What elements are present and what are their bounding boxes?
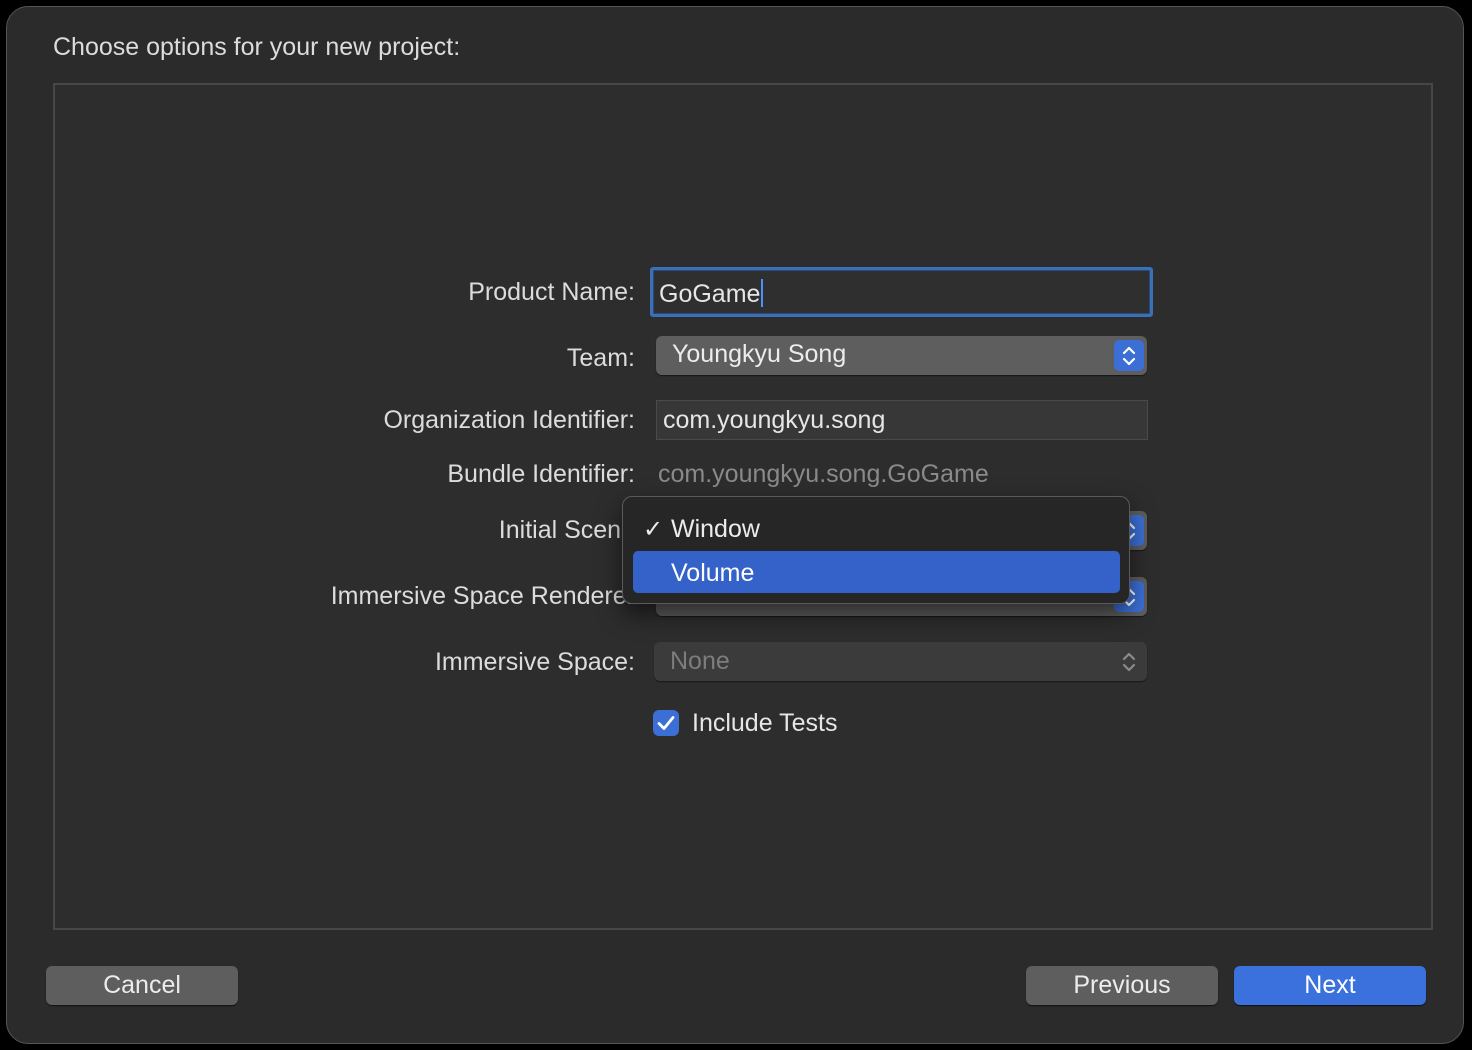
previous-button[interactable]: Previous <box>1026 966 1218 1005</box>
initial-scene-label: Initial Scene <box>498 516 635 544</box>
organization-identifier-value: com.youngkyu.song <box>663 406 886 434</box>
menu-item-window[interactable]: ✓ Window <box>633 507 1120 549</box>
chevron-up-down-icon <box>1114 646 1144 677</box>
dialog-heading: Choose options for your new project: <box>53 33 461 61</box>
bundle-identifier-value: com.youngkyu.song.GoGame <box>658 460 989 488</box>
include-tests-checkbox[interactable] <box>653 710 679 736</box>
include-tests-label[interactable]: Include Tests <box>692 709 837 738</box>
menu-item-label: Window <box>671 515 760 543</box>
organization-identifier-field[interactable]: com.youngkyu.song <box>656 400 1148 440</box>
text-caret <box>761 279 764 307</box>
product-name-value: GoGame <box>659 280 761 308</box>
chevron-up-down-icon <box>1114 340 1144 371</box>
team-popup[interactable]: Youngkyu Song <box>656 336 1147 375</box>
team-label: Team: <box>566 344 635 372</box>
organization-identifier-label: Organization Identifier: <box>383 406 635 434</box>
checkmark-icon: ✓ <box>643 516 664 543</box>
cancel-button[interactable]: Cancel <box>46 966 238 1005</box>
initial-scene-menu: ✓ Window Volume <box>622 496 1130 604</box>
team-value: Youngkyu Song <box>672 340 847 368</box>
bundle-identifier-label: Bundle Identifier: <box>447 460 635 488</box>
menu-item-label: Volume <box>671 559 755 587</box>
product-name-label: Product Name: <box>468 278 635 306</box>
menu-item-volume[interactable]: Volume <box>633 551 1120 593</box>
immersive-space-renderer-label: Immersive Space Renderer <box>330 582 635 610</box>
next-button[interactable]: Next <box>1234 966 1426 1005</box>
immersive-space-value: None <box>670 647 730 675</box>
product-name-field[interactable]: GoGame <box>650 267 1153 317</box>
checkmark-icon <box>657 716 675 730</box>
immersive-space-popup[interactable]: None <box>654 642 1147 681</box>
immersive-space-label: Immersive Space: <box>434 648 635 676</box>
